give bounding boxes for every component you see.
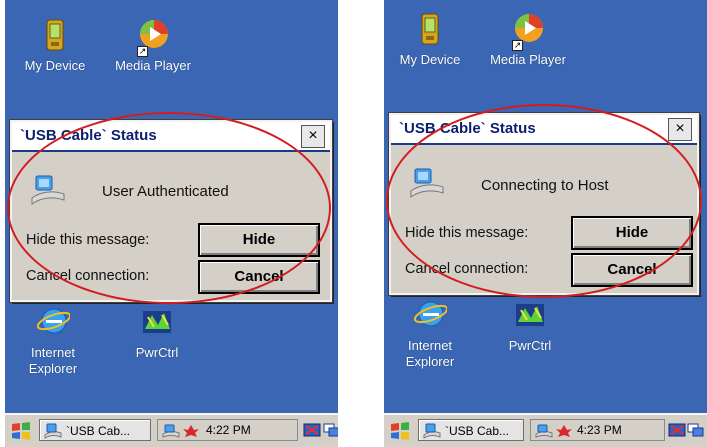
hide-message-label: Hide this message:	[26, 232, 150, 248]
pwrctrl-icon	[516, 304, 544, 326]
dialog-title: `USB Cable` Status	[20, 127, 157, 144]
pwrctrl-icon	[143, 311, 171, 333]
my-device-label: My Device	[24, 58, 86, 73]
media-player-shortcut[interactable]: ↗ Media Player	[113, 18, 193, 74]
connection-status-text: User Authenticated	[102, 183, 229, 200]
connection-status-text: Connecting to Host	[481, 177, 609, 194]
my-device-label: My Device	[399, 52, 461, 67]
usb-connection-tray-icon[interactable]	[535, 424, 553, 438]
power-tray-icon[interactable]	[182, 424, 200, 438]
internet-explorer-icon	[413, 301, 447, 327]
internet-explorer-icon	[36, 308, 70, 334]
media-player-label: Media Player	[115, 58, 191, 73]
device-screen-right: My Device ↗ Media Player Internet Explor…	[384, 0, 707, 447]
internet-explorer-label: Internet Explorer	[405, 338, 455, 369]
my-device-icon	[421, 13, 439, 45]
taskbar-clock[interactable]: 4:22 PM	[206, 423, 251, 437]
pwrctrl-label: PwrCtrl	[508, 338, 552, 353]
keyboard-input-icon[interactable]	[668, 423, 686, 437]
system-tray: 4:22 PM	[157, 419, 298, 441]
start-windows-icon[interactable]	[10, 420, 32, 442]
cancel-connection-label: Cancel connection:	[405, 261, 529, 277]
connection-icon	[423, 423, 441, 439]
dialog-title: `USB Cable` Status	[399, 120, 536, 137]
system-tray: 4:23 PM	[530, 419, 665, 441]
connection-icon	[44, 423, 62, 439]
hide-button[interactable]: Hide	[571, 216, 693, 250]
taskbar-usb-cable-label: `USB Cab...	[66, 424, 131, 438]
usb-connection-tray-icon[interactable]	[162, 424, 180, 438]
media-player-label: Media Player	[490, 52, 566, 67]
taskbar-usb-cable-button[interactable]: `USB Cab...	[39, 419, 151, 441]
taskbar-usb-cable-button[interactable]: `USB Cab...	[418, 419, 524, 441]
keyboard-input-icon[interactable]	[303, 423, 321, 437]
taskbar-usb-cable-label: `USB Cab...	[445, 424, 510, 438]
my-device-shortcut[interactable]: My Device	[390, 12, 470, 68]
start-windows-icon[interactable]	[389, 420, 411, 442]
cancel-connection-label: Cancel connection:	[26, 268, 150, 284]
my-device-shortcut[interactable]: My Device	[15, 18, 95, 74]
cancel-button[interactable]: Cancel	[571, 253, 693, 287]
power-tray-icon[interactable]	[555, 424, 573, 438]
desktop-switch-icon[interactable]	[323, 423, 338, 437]
dialog-titlebar: `USB Cable` Status ×	[12, 122, 330, 152]
shortcut-arrow-icon: ↗	[512, 40, 523, 51]
close-button[interactable]: ×	[301, 125, 325, 148]
pwrctrl-shortcut[interactable]: PwrCtrl	[117, 305, 197, 361]
taskbar: `USB Cab... 4:23 PM	[384, 413, 707, 447]
my-device-icon	[46, 19, 64, 51]
hide-message-label: Hide this message:	[405, 225, 529, 241]
taskbar-clock[interactable]: 4:23 PM	[577, 423, 622, 437]
close-button[interactable]: ×	[668, 118, 692, 141]
desktop-switch-icon[interactable]	[687, 423, 705, 437]
usb-status-dialog: `USB Cable` Status × User Authenticated …	[9, 119, 333, 303]
pwrctrl-label: PwrCtrl	[135, 345, 179, 360]
taskbar: `USB Cab... 4:22 PM	[5, 413, 338, 447]
connection-icon	[31, 175, 65, 205]
media-player-shortcut[interactable]: ↗ Media Player	[488, 12, 568, 68]
cancel-button[interactable]: Cancel	[198, 260, 320, 294]
pwrctrl-shortcut[interactable]: PwrCtrl	[490, 298, 570, 354]
usb-status-dialog: `USB Cable` Status × Connecting to Host …	[388, 112, 700, 296]
hide-button[interactable]: Hide	[198, 223, 320, 257]
device-screen-left: My Device ↗ Media Player Internet Explor…	[5, 0, 338, 447]
dialog-titlebar: `USB Cable` Status ×	[391, 115, 697, 145]
connection-icon	[410, 168, 444, 198]
shortcut-arrow-icon: ↗	[137, 46, 148, 57]
internet-explorer-label: Internet Explorer	[28, 345, 78, 376]
internet-explorer-shortcut[interactable]: Internet Explorer	[390, 298, 470, 370]
internet-explorer-shortcut[interactable]: Internet Explorer	[13, 305, 93, 377]
